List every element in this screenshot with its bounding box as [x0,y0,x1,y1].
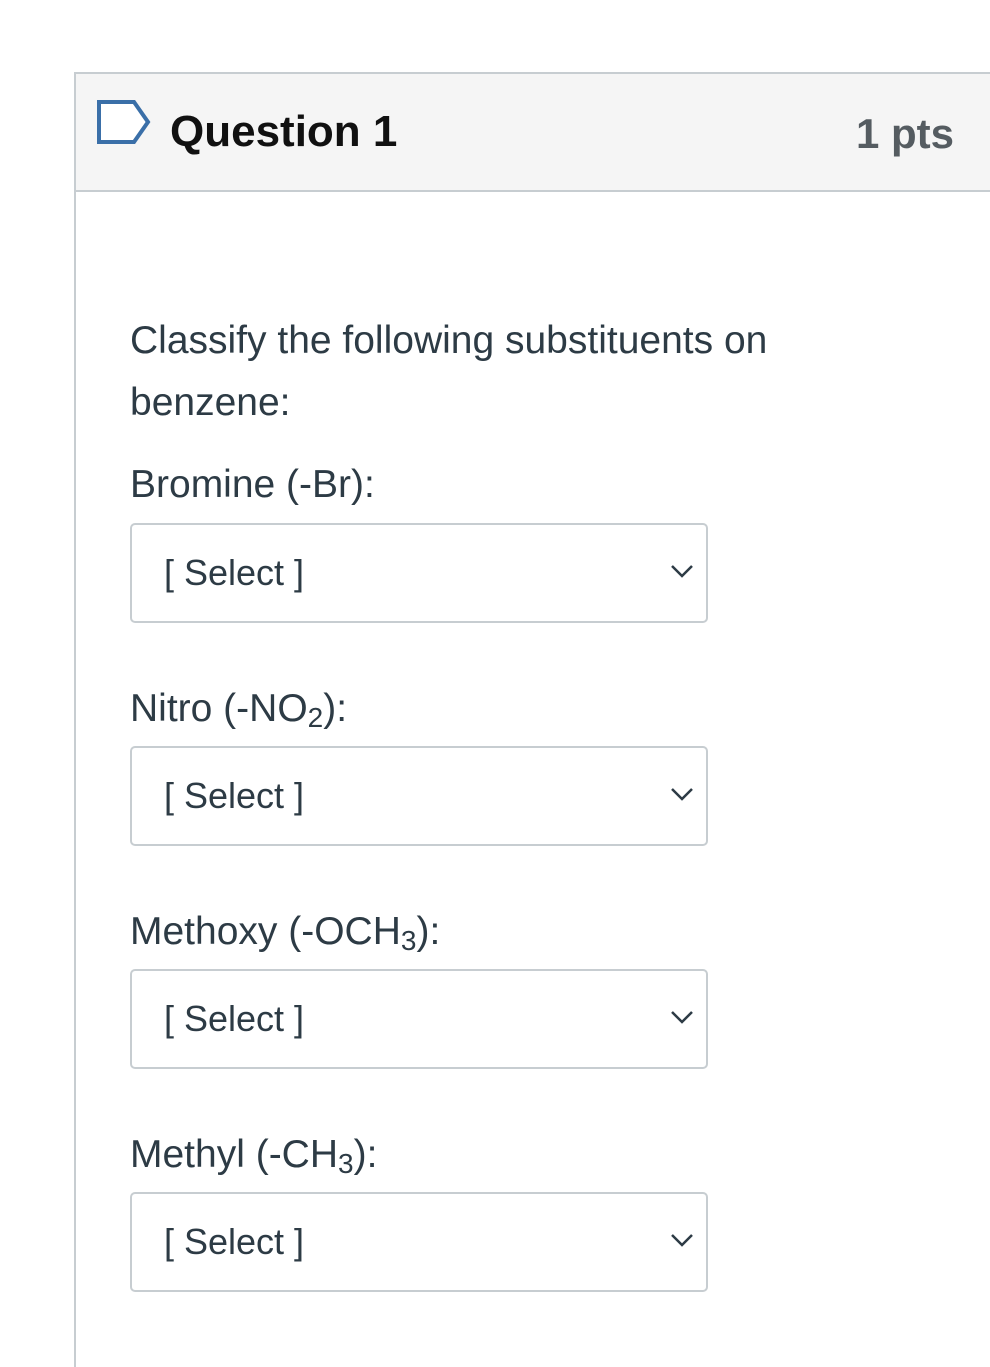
substituent-label-nitro: Nitro (-NO2): [130,684,347,734]
chevron-down-icon [671,1234,693,1247]
select-methyl[interactable]: [ Select ] [130,1192,708,1292]
chevron-down-icon [671,1011,693,1024]
flag-question-icon[interactable] [96,99,152,145]
label-suffix: ): [353,1133,378,1176]
label-text: Methyl (-CH [130,1133,339,1176]
select-value: [ Select ] [164,775,305,816]
chevron-down-icon [671,788,693,801]
question-points: 1 pts [855,110,954,157]
label-subscript: 3 [338,1148,354,1179]
label-text: Nitro (-NO [130,687,308,730]
select-value: [ Select ] [164,1221,305,1262]
question-title: Question 1 [170,107,398,156]
select-bromine[interactable]: [ Select ] [130,523,708,623]
question-header: Question 1 1 pts [76,74,990,192]
question-card: Question 1 1 pts Classify the following … [74,72,990,1367]
select-value: [ Select ] [164,998,305,1039]
select-nitro[interactable]: [ Select ] [130,746,708,846]
select-methoxy[interactable]: [ Select ] [130,969,708,1069]
label-text: Bromine (-Br): [130,463,375,506]
label-suffix: ): [323,687,348,730]
question-prompt: Classify the following substituents on b… [130,319,768,424]
chevron-down-icon [671,565,693,578]
label-subscript: 2 [307,702,324,733]
label-subscript: 3 [400,925,417,956]
substituent-label-methoxy: Methoxy (-OCH3): [130,907,440,957]
label-suffix: ): [416,910,441,953]
label-text: Methoxy (-OCH [130,910,401,953]
select-value: [ Select ] [164,552,305,593]
substituent-label-methyl: Methyl (-CH3): [130,1130,377,1180]
substituent-label-bromine: Bromine (-Br): [130,460,375,510]
